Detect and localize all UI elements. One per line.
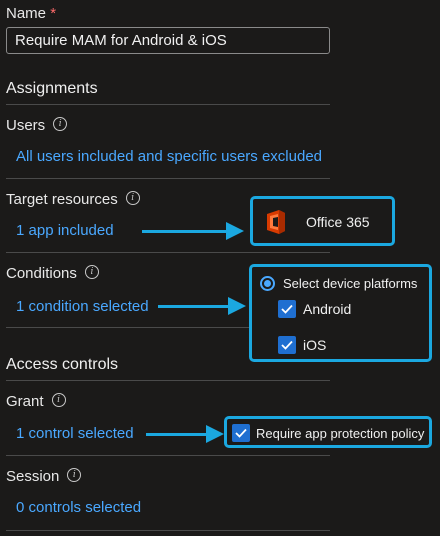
conditions-link[interactable]: 1 condition selected [16, 298, 149, 315]
name-input[interactable] [6, 27, 330, 54]
grant-link[interactable]: 1 control selected [16, 425, 134, 442]
assignments-heading: Assignments [6, 80, 98, 97]
app-protection-label: Require app protection policy [256, 426, 425, 441]
checkmark-icon [235, 428, 247, 438]
grant-label: Grant i [6, 393, 66, 410]
arrow-head-icon [226, 222, 244, 240]
target-resources-link[interactable]: 1 app included [16, 222, 114, 239]
session-label: Session i [6, 468, 82, 485]
office-365-label: Office 365 [306, 214, 370, 230]
access-controls-heading: Access controls [6, 356, 119, 373]
users-label-text: Users [6, 117, 46, 134]
target-resources-label-text: Target resources [6, 191, 118, 208]
android-label: Android [303, 301, 352, 317]
info-icon[interactable]: i [84, 265, 99, 280]
users-link[interactable]: All users included and specific users ex… [16, 148, 322, 165]
app-protection-callout: Require app protection policy [224, 416, 432, 448]
session-label-text: Session [6, 468, 60, 485]
arrow-to-office [142, 230, 228, 233]
session-divider [6, 530, 330, 531]
ios-checkbox[interactable] [278, 336, 296, 354]
android-checkbox[interactable] [278, 300, 296, 318]
target-resources-divider [6, 252, 330, 253]
office-logo-icon [267, 210, 285, 234]
name-label-text: Name [6, 5, 47, 22]
info-icon[interactable]: i [51, 393, 66, 408]
device-platforms-callout: Select device platforms Android iOS [249, 264, 432, 362]
grant-label-text: Grant [6, 393, 44, 410]
access-controls-divider [6, 380, 330, 381]
assignments-divider [6, 104, 330, 105]
required-asterisk: * [50, 5, 57, 22]
radio-dot [264, 280, 271, 287]
name-label: Name * [6, 5, 56, 22]
info-icon[interactable]: i [125, 191, 140, 206]
select-platforms-label: Select device platforms [283, 276, 418, 291]
info-icon[interactable]: i [53, 117, 68, 132]
arrow-head-icon [206, 425, 224, 443]
checkmark-icon [281, 304, 293, 314]
grant-divider [6, 455, 330, 456]
conditions-label-text: Conditions [6, 265, 77, 282]
select-platforms-radio[interactable] [260, 276, 275, 291]
arrow-to-platforms [158, 305, 230, 308]
info-icon[interactable]: i [67, 468, 82, 483]
users-label: Users i [6, 117, 68, 134]
arrow-head-icon [228, 297, 246, 315]
checkmark-icon [281, 340, 293, 350]
conditions-label: Conditions i [6, 265, 99, 282]
app-protection-checkbox[interactable] [232, 424, 250, 442]
users-divider [6, 178, 330, 179]
target-resources-label: Target resources i [6, 191, 140, 208]
arrow-to-grant [146, 433, 208, 436]
ios-label: iOS [303, 337, 327, 353]
session-link[interactable]: 0 controls selected [16, 499, 141, 516]
office-365-callout: Office 365 [250, 196, 395, 246]
